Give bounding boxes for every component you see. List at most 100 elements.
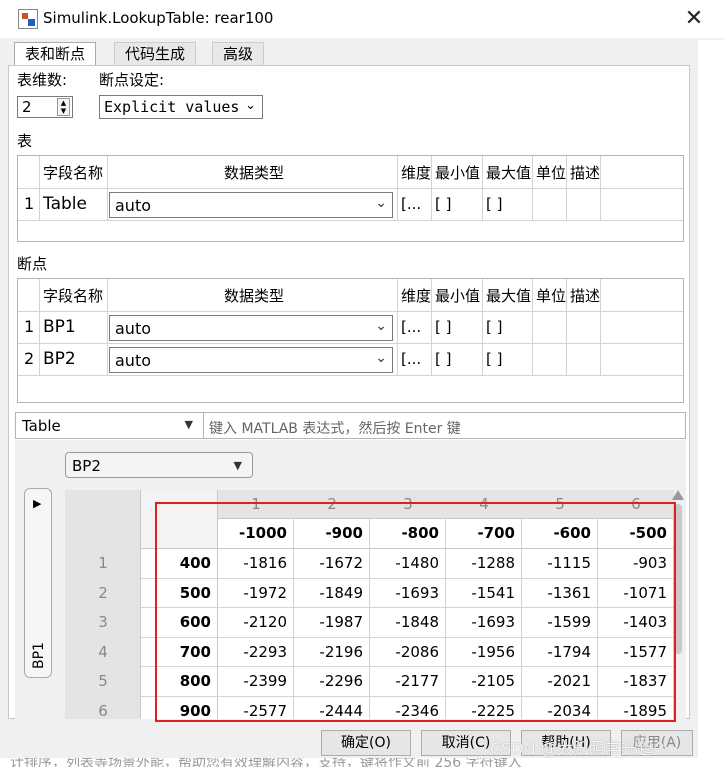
table-value-cell[interactable]: -1541 [446,578,522,608]
min-cell[interactable]: [ ] [432,344,483,375]
unit-cell[interactable] [533,344,567,375]
table-value-cell[interactable]: -1672 [294,549,370,579]
table-value-cell[interactable]: -2577 [218,696,294,719]
tab-advanced[interactable]: 高级 [212,42,265,66]
table-value-cell[interactable]: -1895 [598,696,674,719]
table-value-cell[interactable]: -2293 [218,637,294,667]
min-cell[interactable]: [ ] [432,189,483,220]
dims-cell[interactable]: [... [398,312,432,343]
table-row[interactable]: 1 Table auto ⌄ [... [ ] [ ] [18,189,683,221]
table-value-cell[interactable]: -1849 [294,578,370,608]
data-type-combo[interactable]: auto ⌄ [109,347,393,373]
bp2-value-cell[interactable]: -1000 [218,519,294,549]
min-cell[interactable]: [ ] [432,312,483,343]
table-value-cell[interactable]: -1480 [370,549,446,579]
table-row[interactable]: 1 BP1 auto ⌄ [... [ ] [ ] [18,312,683,344]
table-value-cell[interactable]: -2105 [446,667,522,697]
background-text-strip: 计排序，列表等场景外能，帮助您有效理解内容，支持，键将作文前 256 字符键入 [0,758,724,767]
bp2-value-cell[interactable]: -500 [598,519,674,549]
table-value-cell[interactable]: -1794 [522,637,598,667]
scrollbar-thumb[interactable] [673,504,682,654]
data-type-cell[interactable]: auto ⌄ [108,344,398,375]
table-value-cell[interactable]: -1599 [522,608,598,638]
table-value-cell[interactable]: -1693 [370,578,446,608]
table-value-cell[interactable]: -1848 [370,608,446,638]
bp1-value-cell[interactable]: 600 [141,608,218,638]
unit-cell[interactable] [533,189,567,220]
description-cell[interactable] [567,189,601,220]
bp2-value-cell[interactable]: -600 [522,519,598,549]
table-value-cell[interactable]: -2346 [370,696,446,719]
dims-cell[interactable]: [... [398,344,432,375]
table-value-cell[interactable]: -2296 [294,667,370,697]
field-name-cell[interactable]: Table [40,189,108,220]
table-value-cell[interactable]: -1816 [218,549,294,579]
table-value-cell[interactable]: -2196 [294,637,370,667]
table-value-cell[interactable]: -1288 [446,549,522,579]
table-row[interactable]: 2 BP2 auto ⌄ [... [ ] [ ] [18,344,683,376]
matlab-expression-input[interactable]: 键入 MATLAB 表达式，然后按 Enter 键 [209,418,461,438]
table-value-cell[interactable]: -2034 [522,696,598,719]
data-type-combo[interactable]: auto ⌄ [109,315,393,341]
title-bar: Simulink.LookupTable: rear100 ✕ [0,0,724,38]
table-value-cell[interactable]: -2021 [522,667,598,697]
max-cell[interactable]: [ ] [483,189,533,220]
bp2-value-cell[interactable]: -700 [446,519,522,549]
data-type-combo[interactable]: auto ⌄ [109,192,393,218]
table-value-cell[interactable]: -1071 [598,578,674,608]
table-select[interactable]: Table ▼ [16,413,204,438]
scroll-up-icon[interactable] [672,490,684,500]
table-value-cell[interactable]: -1693 [446,608,522,638]
table-value-cell[interactable]: -903 [598,549,674,579]
bp2-dimension-select[interactable]: BP2 ▼ [65,452,253,478]
breakpoint-grid: 字段名称 数据类型 维度 最小值 最大值 单位 描述 1 BP1 auto ⌄ … [17,278,684,403]
table-value-cell[interactable]: -1972 [218,578,294,608]
tab-code-generation[interactable]: 代码生成 [114,42,197,66]
tab-table-breakpoints[interactable]: 表和断点 [14,42,97,67]
table-value-cell[interactable]: -1987 [294,608,370,638]
field-name-cell[interactable]: BP2 [40,344,108,375]
table-value-cell[interactable]: -2177 [370,667,446,697]
table-value-cell[interactable]: -1837 [598,667,674,697]
table-value-cell[interactable]: -1403 [598,608,674,638]
description-cell[interactable] [567,344,601,375]
close-button[interactable]: ✕ [680,6,708,32]
table-value-cell[interactable]: -1956 [446,637,522,667]
table-value-cell[interactable]: -2086 [370,637,446,667]
bp1-value-cell[interactable]: 700 [141,637,218,667]
dims-cell[interactable]: [... [398,189,432,220]
dims-spinner[interactable]: 2 ▲ ▼ [17,96,73,118]
header-unit: 单位 [533,279,567,311]
bp1-value-cell[interactable]: 500 [141,578,218,608]
field-name-cell[interactable]: BP1 [40,312,108,343]
spinner-arrows-icon[interactable]: ▲ ▼ [57,98,70,116]
max-cell[interactable]: [ ] [483,344,533,375]
max-cell[interactable]: [ ] [483,312,533,343]
row-index: 3 [98,613,108,631]
table-value-cell[interactable]: -2444 [294,696,370,719]
bp1-value-cell[interactable]: 400 [141,549,218,579]
row-number: 1 [18,312,40,343]
table-value-cell[interactable]: -1577 [598,637,674,667]
unit-cell[interactable] [533,312,567,343]
bp1-value-cell[interactable]: 800 [141,667,218,697]
data-type-cell[interactable]: auto ⌄ [108,312,398,343]
table-value-cell[interactable]: -2399 [218,667,294,697]
table-value-cell[interactable]: -2225 [446,696,522,719]
chevron-down-icon: ⌄ [375,195,387,211]
ok-button[interactable]: 确定(O) [321,730,411,756]
expand-right-icon[interactable]: ▶ [33,497,41,510]
row-number: 2 [18,344,40,375]
bp2-value-cell[interactable]: -800 [370,519,446,549]
description-cell[interactable] [567,312,601,343]
bp2-value-cell[interactable]: -900 [294,519,370,549]
breakpoint-spec-select[interactable]: Explicit values ⌄ [99,95,263,119]
vertical-scrollbar[interactable] [671,490,685,660]
row-index: 6 [98,701,108,720]
bp1-dimension-panel[interactable]: ▶ BP1 [24,488,52,678]
table-value-cell[interactable]: -2120 [218,608,294,638]
table-value-cell[interactable]: -1361 [522,578,598,608]
table-value-cell[interactable]: -1115 [522,549,598,579]
data-type-cell[interactable]: auto ⌄ [108,189,398,220]
bp1-value-cell[interactable]: 900 [141,696,218,719]
